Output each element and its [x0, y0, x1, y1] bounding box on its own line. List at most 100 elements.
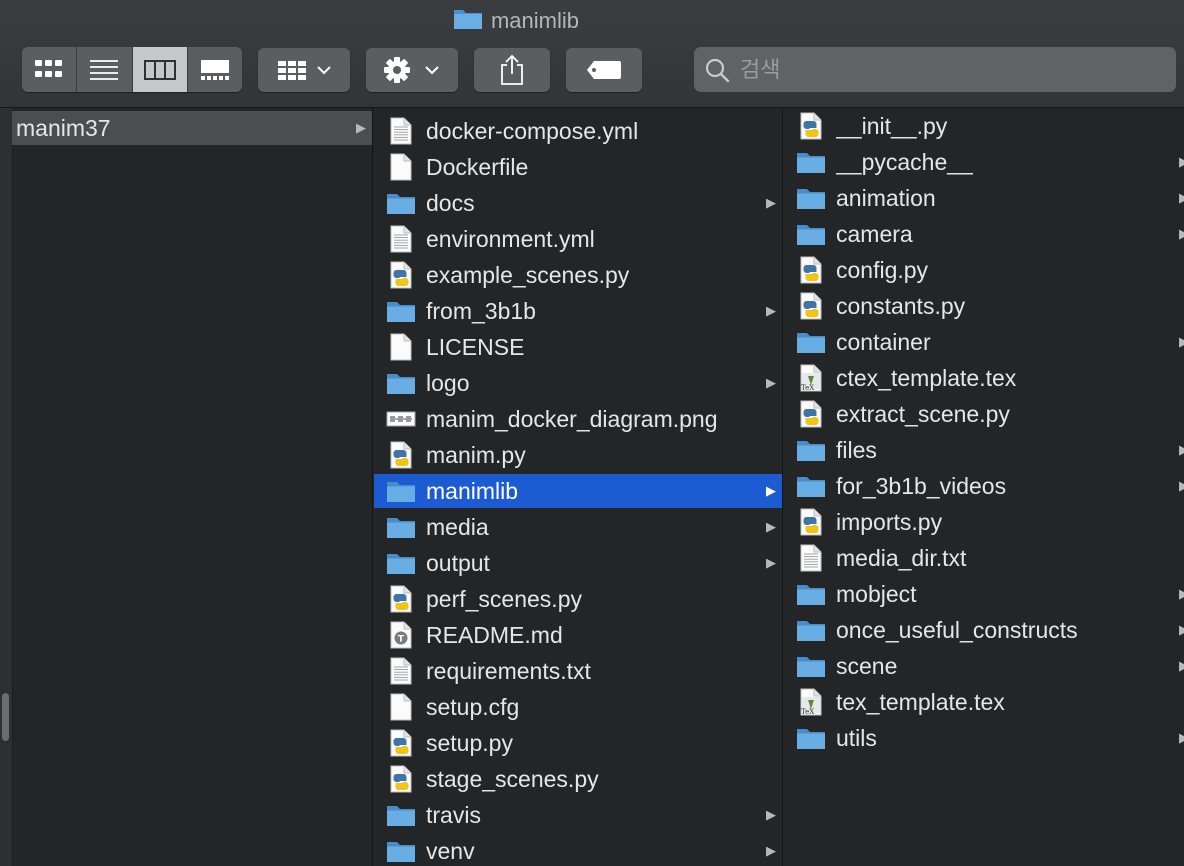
folder-icon	[386, 189, 416, 217]
icon-view-button[interactable]	[22, 47, 78, 92]
item-name: container	[836, 328, 931, 355]
search-icon	[705, 58, 730, 82]
folder-row[interactable]: travis ▶	[374, 798, 782, 832]
folder-row[interactable]: container ▶	[784, 325, 1184, 359]
folder-row[interactable]: utils ▶	[784, 721, 1184, 755]
folder-icon	[796, 616, 826, 644]
file-row[interactable]: docker-compose.yml	[374, 114, 782, 148]
file-row[interactable]: TeX ctex_template.tex	[784, 361, 1184, 395]
view-mode-control[interactable]	[22, 47, 242, 92]
python-file-icon	[386, 765, 416, 793]
folder-row[interactable]: for_3b1b_videos ▶	[784, 469, 1184, 503]
folder-row[interactable]: animation ▶	[784, 181, 1184, 215]
disclosure-arrow-icon: ▶	[1179, 469, 1184, 503]
column-1[interactable]: manim37 ▶	[0, 108, 373, 866]
item-name: venv	[426, 837, 475, 864]
file-row[interactable]: stage_scenes.py	[374, 762, 782, 796]
disclosure-arrow-icon: ▶	[1179, 145, 1184, 179]
tag-button[interactable]	[566, 47, 642, 92]
disclosure-arrow-icon: ▶	[1179, 721, 1184, 755]
item-name: files	[836, 436, 877, 463]
file-row[interactable]: media_dir.txt	[784, 541, 1184, 575]
item-name: manim.py	[426, 441, 526, 468]
folder-icon	[796, 328, 826, 356]
file-row[interactable]: Dockerfile	[374, 150, 782, 184]
python-file-icon	[796, 256, 826, 284]
disclosure-arrow-icon: ▶	[1179, 433, 1184, 467]
tag-icon	[587, 60, 621, 79]
search-field[interactable]	[694, 47, 1176, 92]
python-file-icon	[796, 400, 826, 428]
file-row[interactable]: constants.py	[784, 289, 1184, 323]
file-row[interactable]: environment.yml	[374, 222, 782, 256]
file-row[interactable]: imports.py	[784, 505, 1184, 539]
blank-file-icon	[386, 333, 416, 361]
disclosure-arrow-icon: ▶	[766, 303, 776, 318]
file-row[interactable]: setup.cfg	[374, 690, 782, 724]
file-row[interactable]: LICENSE	[374, 330, 782, 364]
gallery-view-button[interactable]	[188, 47, 242, 92]
share-icon	[501, 54, 523, 85]
item-name: travis	[426, 801, 481, 828]
column-2[interactable]: docker-compose.yml Dockerfile docs ▶ environ…	[374, 108, 783, 866]
file-row[interactable]: T README.md	[374, 618, 782, 652]
folder-row[interactable]: logo ▶	[374, 366, 782, 400]
tex-file-icon: TeX	[796, 688, 826, 716]
folder-row[interactable]: files ▶	[784, 433, 1184, 467]
column-view-button[interactable]	[132, 47, 188, 92]
item-name: setup.py	[426, 729, 513, 756]
folder-row[interactable]: manimlib ▶	[374, 474, 782, 508]
file-row[interactable]: extract_scene.py	[784, 397, 1184, 431]
list-view-button[interactable]	[77, 47, 133, 92]
text-file-icon	[386, 657, 416, 685]
file-row[interactable]: TeX tex_template.tex	[784, 685, 1184, 719]
item-name: __pycache__	[836, 148, 973, 175]
file-row[interactable]: manim.py	[374, 438, 782, 472]
file-row[interactable]: config.py	[784, 253, 1184, 287]
file-row[interactable]: manim_docker_diagram.png	[374, 402, 782, 436]
folder-row[interactable]: venv ▶	[374, 834, 782, 866]
disclosure-arrow-icon: ▶	[766, 519, 776, 534]
item-name: setup.cfg	[426, 693, 520, 720]
group-by-button[interactable]	[258, 47, 350, 92]
file-row[interactable]: setup.py	[374, 726, 782, 760]
file-row[interactable]: perf_scenes.py	[374, 582, 782, 616]
text-file-icon	[386, 117, 416, 145]
item-name: for_3b1b_videos	[836, 472, 1007, 499]
folder-row[interactable]: manim37 ▶	[12, 111, 372, 145]
item-name: LICENSE	[426, 333, 525, 360]
folder-icon	[453, 6, 483, 36]
column-1-scrollbar-thumb[interactable]	[2, 693, 9, 741]
share-button[interactable]	[474, 47, 550, 92]
window-title-label: manimlib	[490, 8, 580, 33]
file-row[interactable]: __init__.py	[784, 109, 1184, 143]
column-1-scrollbar-track[interactable]	[0, 108, 13, 866]
folder-icon	[796, 220, 826, 248]
tex-file-icon: TeX	[796, 364, 826, 392]
folder-row[interactable]: mobject ▶	[784, 577, 1184, 611]
action-menu-button[interactable]	[366, 47, 458, 92]
file-row[interactable]: example_scenes.py	[374, 258, 782, 292]
item-name: media_dir.txt	[836, 544, 967, 571]
folder-row[interactable]: media ▶	[374, 510, 782, 544]
python-file-icon	[386, 729, 416, 757]
folder-row[interactable]: docs ▶	[374, 186, 782, 220]
search-input[interactable]	[738, 55, 1176, 84]
folder-row[interactable]: __pycache__ ▶	[784, 145, 1184, 179]
item-name: perf_scenes.py	[426, 585, 582, 612]
column-3[interactable]: __init__.py __pycache__ ▶ animation ▶ camera ▶…	[784, 108, 1184, 866]
disclosure-arrow-icon: ▶	[766, 555, 776, 570]
folder-icon	[386, 297, 416, 325]
disclosure-arrow-icon: ▶	[356, 120, 366, 135]
folder-row[interactable]: once_useful_constructs ▶	[784, 613, 1184, 647]
file-row[interactable]: requirements.txt	[374, 654, 782, 688]
folder-row[interactable]: output ▶	[374, 546, 782, 580]
disclosure-arrow-icon: ▶	[766, 807, 776, 822]
item-name: logo	[426, 369, 470, 396]
folder-row[interactable]: scene ▶	[784, 649, 1184, 683]
text-file-icon	[386, 225, 416, 253]
item-name: output	[426, 549, 490, 576]
item-name: imports.py	[836, 508, 943, 535]
folder-row[interactable]: from_3b1b ▶	[374, 294, 782, 328]
folder-row[interactable]: camera ▶	[784, 217, 1184, 251]
